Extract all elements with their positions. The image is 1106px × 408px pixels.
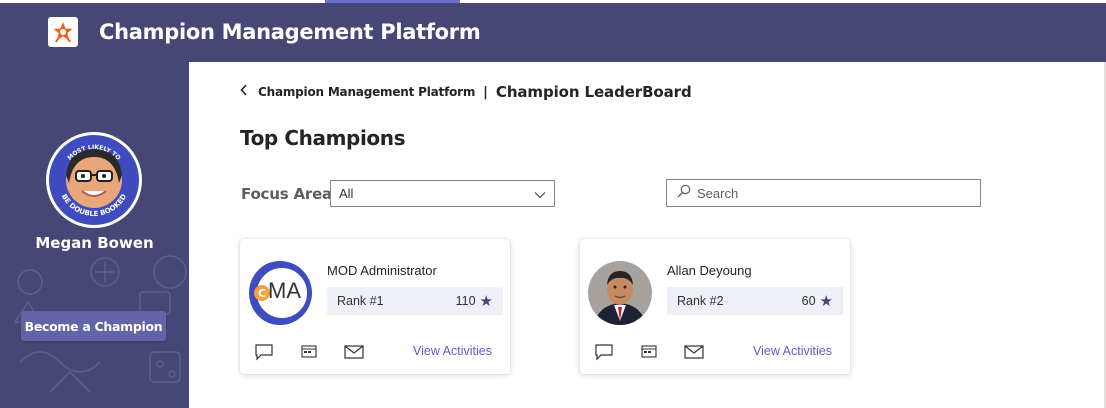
page-title: Top Champions [240,126,406,150]
rank-bar: Rank #1 110 ★ [327,287,503,315]
breadcrumb: Champion Management Platform | Champion … [240,83,692,101]
focus-area-dropdown[interactable]: All [330,180,555,207]
star-icon: ★ [479,293,493,310]
user-avatar[interactable]: MOST LIKELY TO BE DOUBLE BOOKED [46,132,142,228]
become-champion-button[interactable]: Become a Champion [21,311,166,341]
breadcrumb-current: Champion LeaderBoard [495,83,692,101]
search-input[interactable] [697,185,967,201]
champion-points-group: 60 ★ [802,292,833,310]
champion-rank: Rank #2 [677,294,724,308]
champion-points-group: 110 ★ [456,292,493,310]
chevron-down-icon [534,187,546,202]
breadcrumb-parent-link[interactable]: Champion Management Platform [258,85,475,99]
champion-points: 110 [455,294,476,308]
view-activities-link[interactable]: View Activities [753,344,832,358]
search-box[interactable] [666,179,981,207]
focus-area-label: Focus Area [241,185,332,203]
card-actions [594,343,730,361]
chat-icon[interactable] [254,343,274,361]
card-actions [254,343,390,361]
sidebar: MOST LIKELY TO BE DOUBLE BOOKED Megan Bo… [0,62,189,408]
calendar-icon[interactable] [300,344,318,360]
champion-initials: MA [268,278,301,303]
rank-bar: Rank #2 60 ★ [667,287,843,315]
mail-icon[interactable] [344,344,364,360]
champion-name: Allan Deyoung [667,263,752,278]
champion-card: C MA MOD Administrator Rank #1 110 ★ Vie… [240,239,510,374]
view-activities-link[interactable]: View Activities [413,344,492,358]
user-name: Megan Bowen [35,234,154,252]
champion-avatar[interactable] [588,261,652,325]
app-header: Champion Management Platform [0,3,1106,62]
champion-badge-avatar[interactable]: C MA [248,261,312,325]
champion-points: 60 [801,294,816,308]
focus-area-selected: All [339,186,354,201]
calendar-icon[interactable] [640,344,658,360]
user-badge-icon: MOST LIKELY TO BE DOUBLE BOOKED [49,135,139,225]
app-logo-icon [48,17,78,47]
chat-icon[interactable] [594,343,614,361]
chevron-left-icon[interactable] [240,84,248,100]
search-icon [677,184,691,203]
app-title: Champion Management Platform [99,20,481,44]
champion-name: MOD Administrator [327,263,437,278]
champion-rank: Rank #1 [337,294,384,308]
star-icon: ★ [819,293,833,310]
svg-text:C: C [258,287,266,300]
breadcrumb-separator: | [483,84,488,100]
mail-icon[interactable] [684,344,704,360]
champion-card: Allan Deyoung Rank #2 60 ★ View Activiti… [580,239,850,374]
